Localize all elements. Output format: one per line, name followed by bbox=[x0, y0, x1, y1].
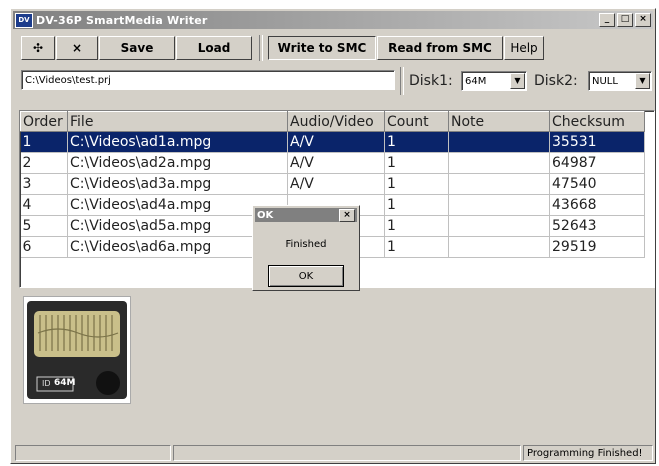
add-icon: ✣ bbox=[32, 41, 44, 55]
status-pane-1 bbox=[15, 445, 171, 461]
cell-file: C:\Videos\ad2a.mpg bbox=[67, 152, 288, 174]
load-button[interactable]: Load bbox=[176, 36, 252, 60]
status-bar: Programming Finished! bbox=[13, 445, 653, 461]
cell-checksum: 47540 bbox=[549, 173, 645, 195]
window-title: DV-36P SmartMedia Writer bbox=[36, 13, 208, 27]
dialog-close-button[interactable]: × bbox=[339, 209, 355, 222]
cell-checksum: 29519 bbox=[549, 236, 645, 258]
dialog-ok-button[interactable]: OK bbox=[268, 265, 344, 287]
column-header-file[interactable]: File bbox=[67, 111, 288, 132]
cell-order: 5 bbox=[20, 215, 68, 237]
status-pane-2 bbox=[173, 445, 521, 461]
cell-order: 3 bbox=[20, 173, 68, 195]
help-button-label: Help bbox=[510, 41, 538, 55]
cell-audio-video: A/V bbox=[287, 173, 385, 195]
status-pane-message: Programming Finished! bbox=[523, 445, 653, 461]
disk1-value: 64M bbox=[465, 75, 487, 87]
cell-note bbox=[448, 131, 550, 153]
dialog-ok-label: OK bbox=[298, 270, 314, 282]
cell-checksum: 43668 bbox=[549, 194, 645, 216]
read-from-smc-button[interactable]: Read from SMC bbox=[377, 36, 503, 60]
add-file-button[interactable]: ✣ bbox=[21, 36, 55, 60]
cell-note bbox=[448, 215, 550, 237]
disk2-value: NULL bbox=[592, 75, 618, 87]
cell-checksum: 52643 bbox=[549, 215, 645, 237]
cell-checksum: 64987 bbox=[549, 152, 645, 174]
column-header-note[interactable]: Note bbox=[448, 111, 550, 132]
column-header-count[interactable]: Count bbox=[384, 111, 449, 132]
toolbar-separator bbox=[259, 35, 263, 61]
cell-count: 1 bbox=[384, 173, 449, 195]
remove-icon: × bbox=[71, 41, 83, 55]
cell-order: 6 bbox=[20, 236, 68, 258]
dialog-message: Finished bbox=[285, 239, 327, 250]
cell-order: 4 bbox=[20, 194, 68, 216]
card-capacity-label: 64M bbox=[54, 378, 76, 388]
cell-order: 1 bbox=[20, 131, 68, 153]
save-button-label: Save bbox=[120, 41, 154, 55]
cell-note bbox=[448, 194, 550, 216]
card-id-label: ID bbox=[42, 379, 51, 388]
minimize-button[interactable]: _ bbox=[599, 13, 615, 27]
save-button[interactable]: Save bbox=[99, 36, 175, 60]
cell-audio-video: A/V bbox=[287, 131, 385, 153]
cell-note bbox=[448, 236, 550, 258]
table-header: Order File Audio/Video Count Note Checks… bbox=[20, 111, 645, 132]
disk1-label: Disk1: bbox=[409, 73, 453, 89]
cell-file: C:\Videos\ad3a.mpg bbox=[67, 173, 288, 195]
smartmedia-card-icon bbox=[27, 301, 127, 399]
close-button[interactable]: × bbox=[635, 13, 651, 27]
path-separator bbox=[400, 67, 404, 95]
cell-file: C:\Videos\ad1a.mpg bbox=[67, 131, 288, 153]
read-button-label: Read from SMC bbox=[388, 41, 492, 55]
cell-count: 1 bbox=[384, 236, 449, 258]
app-icon: DV bbox=[15, 12, 33, 28]
table-row[interactable]: 2 C:\Videos\ad2a.mpg A/V 1 64987 bbox=[20, 152, 645, 174]
maximize-button[interactable]: □ bbox=[617, 13, 633, 27]
disk1-select[interactable]: 64M ▼ bbox=[461, 71, 527, 91]
cell-checksum: 35531 bbox=[549, 131, 645, 153]
table-row[interactable]: 1 C:\Videos\ad1a.mpg A/V 1 35531 bbox=[20, 131, 645, 153]
cell-count: 1 bbox=[384, 215, 449, 237]
cell-note bbox=[448, 152, 550, 174]
cell-count: 1 bbox=[384, 152, 449, 174]
dialog-title-bar[interactable]: OK × bbox=[255, 208, 357, 222]
disk2-label: Disk2: bbox=[534, 73, 578, 89]
project-path-field[interactable]: C:\Videos\test.prj bbox=[21, 70, 395, 90]
cell-note bbox=[448, 173, 550, 195]
cell-count: 1 bbox=[384, 131, 449, 153]
chevron-down-icon[interactable]: ▼ bbox=[510, 73, 525, 89]
cell-count: 1 bbox=[384, 194, 449, 216]
column-header-order[interactable]: Order bbox=[20, 111, 68, 132]
column-header-audio-video[interactable]: Audio/Video bbox=[287, 111, 385, 132]
load-button-label: Load bbox=[197, 41, 231, 55]
finished-dialog: OK × Finished OK bbox=[252, 205, 360, 291]
disk2-select[interactable]: NULL ▼ bbox=[588, 71, 652, 91]
column-header-checksum[interactable]: Checksum bbox=[549, 111, 645, 132]
table-row[interactable]: 3 C:\Videos\ad3a.mpg A/V 1 47540 bbox=[20, 173, 645, 195]
write-button-label: Write to SMC bbox=[277, 41, 367, 55]
cell-order: 2 bbox=[20, 152, 68, 174]
title-bar[interactable]: DV DV-36P SmartMedia Writer _ □ × bbox=[13, 11, 653, 29]
remove-file-button[interactable]: × bbox=[56, 36, 98, 60]
cell-audio-video: A/V bbox=[287, 152, 385, 174]
help-button[interactable]: Help bbox=[504, 36, 544, 60]
chevron-down-icon[interactable]: ▼ bbox=[635, 73, 650, 89]
dialog-title: OK bbox=[257, 209, 274, 221]
write-to-smc-button[interactable]: Write to SMC bbox=[268, 36, 376, 60]
smartmedia-card-image: ID 64M bbox=[23, 296, 131, 404]
